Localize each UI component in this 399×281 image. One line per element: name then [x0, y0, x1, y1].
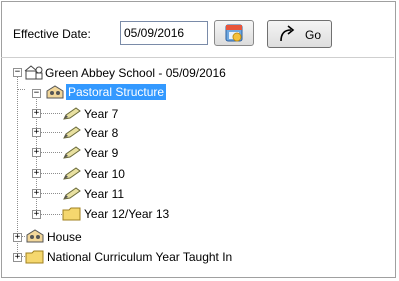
tree-node-label: National Curriculum Year Taught In [47, 250, 233, 264]
tree-node-year[interactable]: + Year 10 [0, 165, 399, 183]
house-icon [26, 229, 44, 243]
toolbar: Effective Date: Go [1, 1, 394, 57]
expand-toggle[interactable]: + [32, 169, 41, 178]
structure-tree[interactable]: − Green Abbey School - 05/09/2016 − Past… [0, 58, 399, 278]
tree-node-label: House [47, 230, 82, 244]
calendar-button[interactable] [214, 20, 254, 46]
pencil-icon [63, 187, 81, 200]
tree-node-year[interactable]: + Year 9 [0, 144, 399, 162]
effective-date-field[interactable] [120, 21, 208, 45]
tree-node-pastoral-structure[interactable]: − Pastoral Structure [0, 84, 399, 102]
tree-node-label: Pastoral Structure [66, 84, 167, 100]
tree-node-label: Year 11 [84, 187, 125, 201]
folder-icon [62, 207, 81, 221]
tree-node-national-curriculum[interactable]: + National Curriculum Year Taught In [0, 248, 399, 266]
pencil-icon [63, 107, 81, 120]
expand-toggle[interactable]: + [13, 233, 22, 242]
collapse-toggle[interactable]: − [13, 68, 22, 77]
redo-arrow-icon [280, 25, 295, 42]
pencil-icon [63, 167, 81, 180]
calendar-icon [225, 24, 243, 42]
tree-node-label: Green Abbey School - 05/09/2016 [45, 66, 226, 80]
go-button-label: Go [305, 28, 322, 42]
expand-toggle[interactable]: + [32, 128, 41, 137]
pencil-icon [63, 146, 81, 159]
collapse-toggle[interactable]: − [32, 89, 41, 98]
tree-node-label: Year 12/Year 13 [84, 207, 170, 221]
tree-node-house[interactable]: + House [0, 228, 399, 246]
tree-node-root[interactable]: − Green Abbey School - 05/09/2016 [0, 64, 399, 82]
tree-node-label: Year 10 [84, 167, 125, 181]
pencil-icon [63, 126, 81, 139]
expand-toggle[interactable]: + [32, 210, 41, 219]
expand-toggle[interactable]: + [32, 189, 41, 198]
folder-icon [25, 250, 44, 264]
expand-toggle[interactable]: + [13, 253, 22, 262]
tree-node-label: Year 7 [84, 107, 119, 121]
structure-icon [46, 85, 64, 99]
tree-node-label: Year 8 [84, 126, 119, 140]
tree-node-year[interactable]: + Year 11 [0, 185, 399, 203]
expand-toggle[interactable]: + [32, 148, 41, 157]
tree-node-year[interactable]: + Year 8 [0, 124, 399, 142]
effective-date-label: Effective Date: [13, 27, 91, 41]
expand-toggle[interactable]: + [32, 109, 41, 118]
tree-node-label: Year 9 [84, 146, 119, 160]
tree-node-year[interactable]: + Year 12/Year 13 [0, 205, 399, 223]
go-button[interactable]: Go [267, 20, 332, 48]
tree-node-year[interactable]: + Year 7 [0, 105, 399, 123]
school-icon [24, 65, 43, 80]
